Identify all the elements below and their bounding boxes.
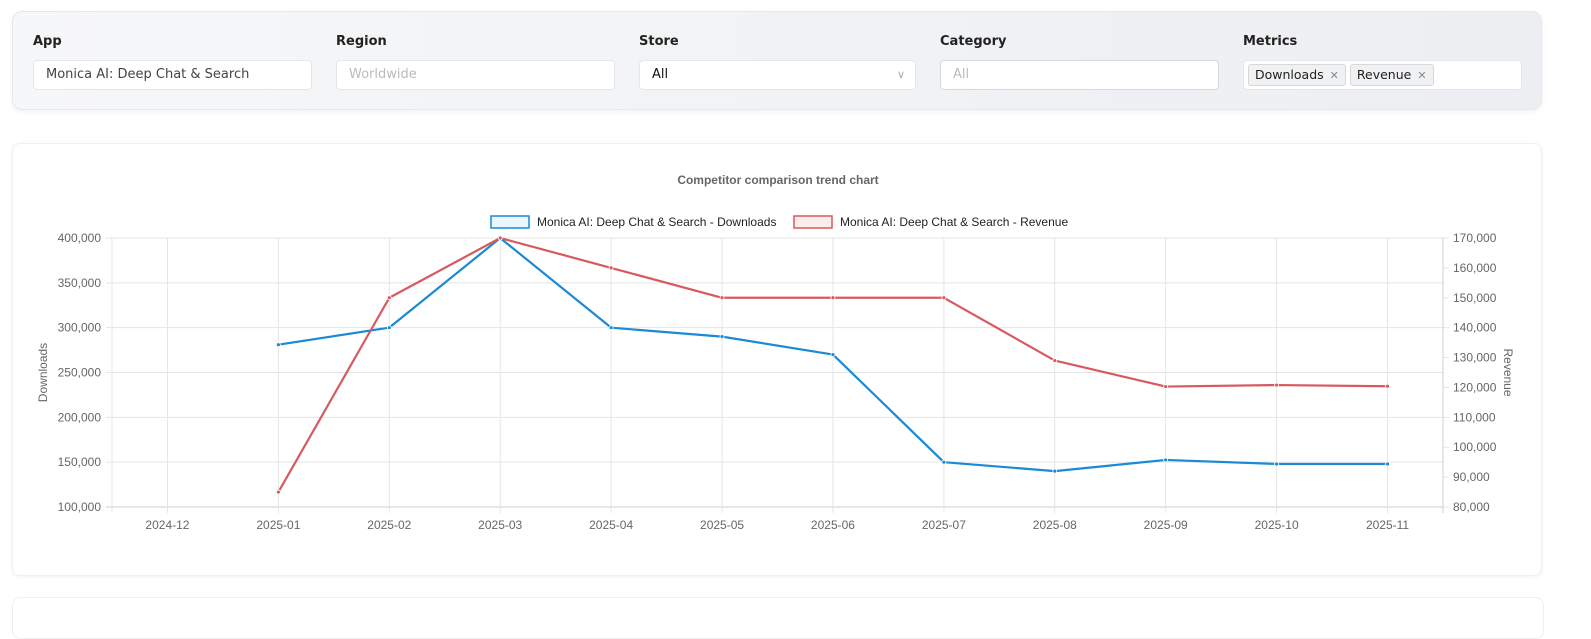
x-tick: 2025-09 (1144, 518, 1188, 532)
data-point (608, 325, 614, 331)
y-right-tick: 90,000 (1453, 470, 1490, 484)
metrics-select[interactable]: Downloads ✕ Revenue ✕ (1243, 60, 1522, 90)
region-filter: Region Worldwide (336, 34, 615, 90)
x-tick: 2025-05 (700, 518, 744, 532)
data-point (830, 295, 836, 301)
x-tick: 2025-11 (1366, 518, 1409, 532)
chart-card: Competitor comparison trend chart 400,000… (12, 143, 1542, 576)
x-tick: 2024-12 (145, 518, 189, 532)
y-right-tick: 160,000 (1453, 261, 1497, 275)
legend-swatch (490, 215, 530, 229)
category-label: Category (940, 34, 1007, 49)
data-point (275, 342, 281, 348)
y-right-tick: 80,000 (1453, 500, 1490, 514)
x-tick: 2025-01 (256, 518, 300, 532)
y-left-tick: 400,000 (58, 231, 102, 245)
data-point (1163, 457, 1169, 463)
x-tick: 2025-02 (367, 518, 411, 532)
data-point (1052, 358, 1058, 363)
legend-swatch (793, 215, 833, 229)
x-tick: 2025-03 (478, 518, 522, 532)
legend-label: Monica AI: Deep Chat & Search - Download… (537, 215, 776, 229)
data-point (1385, 383, 1390, 389)
app-input[interactable]: Monica AI: Deep Chat & Search (33, 60, 312, 90)
data-point (1274, 461, 1280, 467)
y-left-label: Downloads (36, 343, 50, 402)
y-right-tick: 140,000 (1453, 321, 1497, 335)
y-left-tick: 250,000 (58, 366, 102, 380)
y-right-tick: 130,000 (1453, 351, 1497, 365)
x-tick: 2025-10 (1255, 518, 1299, 532)
data-point (719, 334, 725, 340)
close-icon[interactable]: ✕ (1417, 69, 1426, 82)
y-left-tick: 200,000 (58, 410, 102, 424)
store-select[interactable]: All ∨ (639, 60, 916, 90)
store-value: All (652, 67, 669, 82)
next-card (12, 597, 1544, 639)
chart-title: Competitor comparison trend chart (677, 173, 878, 187)
metric-tag-revenue: Revenue ✕ (1349, 64, 1434, 86)
app-label: App (33, 34, 62, 49)
region-input[interactable]: Worldwide (336, 60, 615, 90)
category-input[interactable]: All (940, 60, 1219, 90)
data-point (386, 295, 392, 301)
metrics-label: Metrics (1243, 34, 1298, 49)
y-right-tick: 100,000 (1453, 440, 1497, 454)
x-tick: 2025-04 (589, 518, 633, 532)
data-point (719, 295, 725, 301)
app-filter: App Monica AI: Deep Chat & Search (33, 34, 312, 90)
y-left-tick: 150,000 (58, 455, 102, 469)
y-right-tick: 150,000 (1453, 291, 1497, 305)
tag-label: Downloads (1255, 67, 1324, 82)
x-tick: 2025-06 (811, 518, 855, 532)
legend-label: Monica AI: Deep Chat & Search - Revenue (840, 215, 1068, 229)
chevron-down-icon: ∨ (896, 68, 905, 81)
tag-label: Revenue (1356, 67, 1412, 82)
metrics-filter: Metrics Downloads ✕ Revenue ✕ (1243, 34, 1522, 90)
data-point (941, 459, 947, 465)
data-point (608, 265, 614, 271)
store-filter: Store All ∨ (639, 34, 916, 90)
y-left-tick: 300,000 (58, 321, 102, 335)
data-point (1163, 384, 1169, 389)
category-filter: Category All (940, 34, 1219, 90)
data-point (275, 489, 281, 495)
metric-tag-downloads: Downloads ✕ (1248, 64, 1346, 86)
trend-chart: Competitor comparison trend chart 400,000… (36, 173, 1515, 532)
close-icon[interactable]: ✕ (1330, 69, 1339, 82)
store-label: Store (639, 34, 679, 49)
y-right-tick: 120,000 (1453, 380, 1497, 394)
data-point (497, 235, 503, 241)
x-tick: 2025-08 (1033, 518, 1077, 532)
data-point (830, 352, 836, 357)
y-left-tick: 100,000 (58, 500, 102, 514)
data-point (1052, 468, 1058, 474)
region-label: Region (336, 34, 387, 49)
x-tick: 2025-07 (922, 518, 966, 532)
data-point (386, 325, 392, 331)
y-left-tick: 350,000 (58, 276, 102, 290)
filter-bar: App Monica AI: Deep Chat & Search Region… (12, 11, 1542, 110)
y-right-tick: 170,000 (1453, 231, 1497, 245)
data-point (941, 295, 947, 301)
y-right-label: Revenue (1501, 348, 1515, 396)
data-point (1274, 382, 1280, 388)
data-point (1385, 461, 1390, 467)
y-right-tick: 110,000 (1453, 410, 1496, 424)
